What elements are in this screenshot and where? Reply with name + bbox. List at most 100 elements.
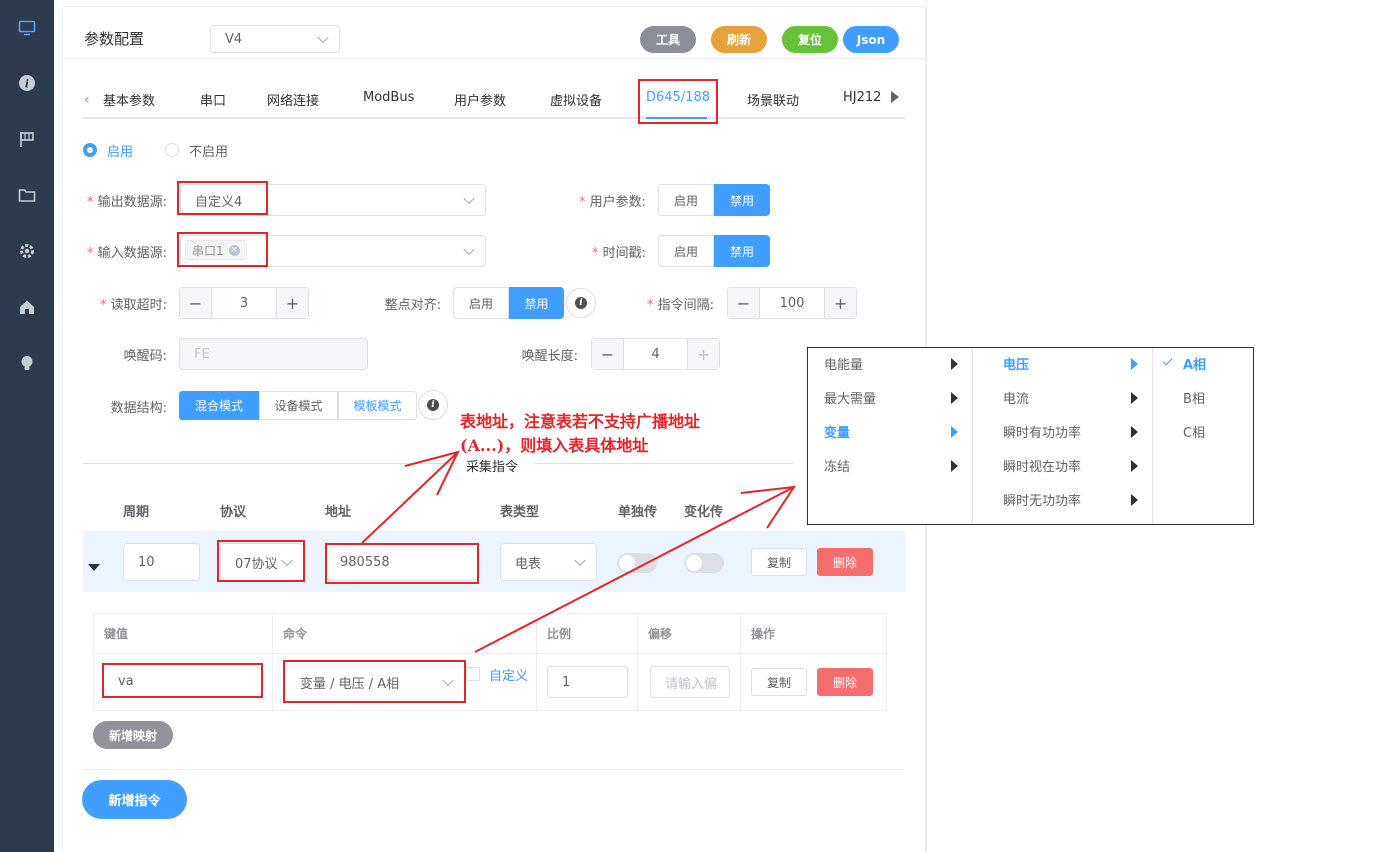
disable-radio-label: 不启用 [189, 145, 229, 160]
enable-radio[interactable] [83, 143, 97, 157]
cascader-item-apparent-power[interactable]: 瞬时视在功率 [973, 448, 1152, 482]
version-select[interactable]: V4 [210, 25, 340, 53]
info-icon[interactable]: i [17, 73, 37, 93]
tab-network[interactable]: 网络连接 [267, 90, 319, 109]
folder-icon[interactable] [17, 185, 37, 205]
user-param-disable[interactable]: 禁用 [714, 184, 770, 216]
hour-align-label: 整点对齐: [384, 298, 441, 313]
offset-input[interactable]: 请输入偏 [650, 666, 730, 698]
tab-modbus[interactable]: ModBus [363, 90, 414, 105]
tab-user-params[interactable]: 用户参数 [454, 90, 506, 109]
cascader-item-energy[interactable]: 电能量 [808, 346, 972, 380]
output-source-label: * 输出数据源: [86, 195, 167, 210]
mode-mixed[interactable]: 混合模式 [179, 391, 259, 420]
info-icon[interactable]: i [566, 288, 596, 318]
ratio-input[interactable]: 1 [547, 666, 628, 698]
change-send-switch[interactable] [684, 553, 724, 573]
cmd-interval-value[interactable]: 100 [760, 288, 824, 318]
disable-radio[interactable] [165, 143, 179, 157]
mapping-table-divider [93, 653, 887, 654]
highlight-box-address [325, 543, 479, 584]
mapping-col-divider [637, 613, 638, 711]
tab-hj212[interactable]: HJ212 [843, 90, 881, 105]
data-struct-modes: 混合模式 设备模式 模板模式 [179, 391, 417, 420]
mode-template[interactable]: 模板模式 [338, 391, 417, 420]
cascader-item-reactive-power[interactable]: 瞬时无功功率 [973, 482, 1152, 516]
read-timeout-value[interactable]: 3 [212, 288, 276, 318]
read-timeout-label: * 读取超时: [99, 298, 167, 313]
lightbulb-icon[interactable] [17, 353, 37, 373]
tab-scene-linkage[interactable]: 场景联动 [747, 90, 799, 109]
col-protocol: 协议 [220, 505, 247, 520]
cascader-item-voltage[interactable]: 电压 [973, 346, 1152, 380]
cascader-item-max-demand[interactable]: 最大需量 [808, 380, 972, 414]
th-command: 命令 [283, 627, 308, 641]
footer-divider [83, 769, 904, 770]
monitor-icon[interactable] [17, 18, 37, 38]
cmd-interval-label: * 指令间隔: [646, 298, 714, 313]
minus-icon[interactable]: − [728, 288, 760, 318]
cascader-item-current[interactable]: 电流 [973, 380, 1152, 414]
cascader-item-variable[interactable]: 变量 [808, 414, 972, 448]
chevron-down-icon [574, 554, 586, 567]
tab-serial[interactable]: 串口 [200, 90, 226, 109]
cascader-item-phase-b[interactable]: B相 [1153, 380, 1253, 414]
user-param-label: * 用户参数: [578, 195, 646, 210]
plus-icon[interactable]: + [276, 288, 308, 318]
mode-device[interactable]: 设备模式 [259, 391, 338, 420]
plus-icon[interactable]: + [824, 288, 856, 318]
tab-basic[interactable]: 基本参数 [103, 90, 155, 109]
add-command-button[interactable]: 新增指令 [82, 780, 187, 819]
meter-type-select[interactable]: 电表 [500, 543, 597, 581]
cascader-item-phase-a[interactable]: A相 [1153, 346, 1253, 380]
flag-icon[interactable] [17, 129, 37, 149]
data-struct-label: 数据结构: [110, 401, 167, 416]
cascader-item-phase-c[interactable]: C相 [1153, 414, 1253, 448]
gear-icon[interactable] [17, 241, 37, 261]
hour-align-toggle: 启用 禁用 [453, 287, 564, 319]
tools-button[interactable]: 工具 [640, 26, 696, 53]
col-single: 单独传 [618, 505, 658, 520]
caret-right-icon [951, 426, 958, 438]
page-title: 参数配置 [84, 30, 145, 48]
header-divider [62, 58, 926, 59]
sidebar: i [0, 0, 54, 852]
user-param-enable[interactable]: 启用 [658, 184, 714, 216]
delete-button[interactable]: 删除 [817, 548, 873, 576]
tab-next-icon[interactable] [891, 91, 899, 103]
hour-align-disable[interactable]: 禁用 [509, 287, 564, 319]
json-button[interactable]: Json [843, 26, 899, 53]
map-copy-button[interactable]: 复制 [751, 668, 807, 696]
single-send-switch[interactable] [617, 553, 657, 573]
refresh-button[interactable]: 刷新 [711, 26, 767, 53]
timestamp-disable[interactable]: 禁用 [714, 235, 770, 267]
hour-align-enable[interactable]: 启用 [453, 287, 509, 319]
cascader-item-freeze[interactable]: 冻结 [808, 448, 972, 482]
minus-icon[interactable]: − [180, 288, 212, 318]
caret-right-icon [951, 392, 958, 404]
copy-button[interactable]: 复制 [751, 548, 807, 576]
home-icon[interactable] [17, 297, 37, 317]
timestamp-label: * 时间戳: [591, 246, 646, 261]
plus-icon[interactable]: + [687, 339, 719, 369]
reset-button[interactable]: 复位 [782, 26, 838, 53]
wake-len-value[interactable]: 4 [624, 339, 687, 369]
wake-code-input[interactable]: FE [179, 338, 368, 370]
timestamp-enable[interactable]: 启用 [658, 235, 714, 267]
tab-virtual-device[interactable]: 虚拟设备 [550, 90, 602, 109]
cascader-item-active-power[interactable]: 瞬时有功功率 [973, 414, 1152, 448]
custom-checkbox[interactable] [466, 667, 480, 681]
tab-prev-icon[interactable]: ‹ [84, 92, 90, 108]
info-icon[interactable]: i [418, 390, 448, 420]
map-delete-button[interactable]: 删除 [817, 668, 873, 696]
col-change: 变化传 [684, 505, 724, 520]
expand-icon[interactable] [88, 564, 100, 571]
enable-radio-label: 启用 [107, 145, 134, 160]
period-input[interactable]: 10 [123, 543, 200, 581]
highlight-box-output [177, 181, 268, 215]
input-source-label: * 输入数据源: [86, 246, 167, 261]
mapping-col-divider [740, 613, 741, 711]
add-mapping-button[interactable]: 新增映射 [93, 721, 173, 749]
minus-icon[interactable]: − [592, 339, 624, 369]
cascader-col-3: A相 B相 C相 [1153, 348, 1253, 524]
